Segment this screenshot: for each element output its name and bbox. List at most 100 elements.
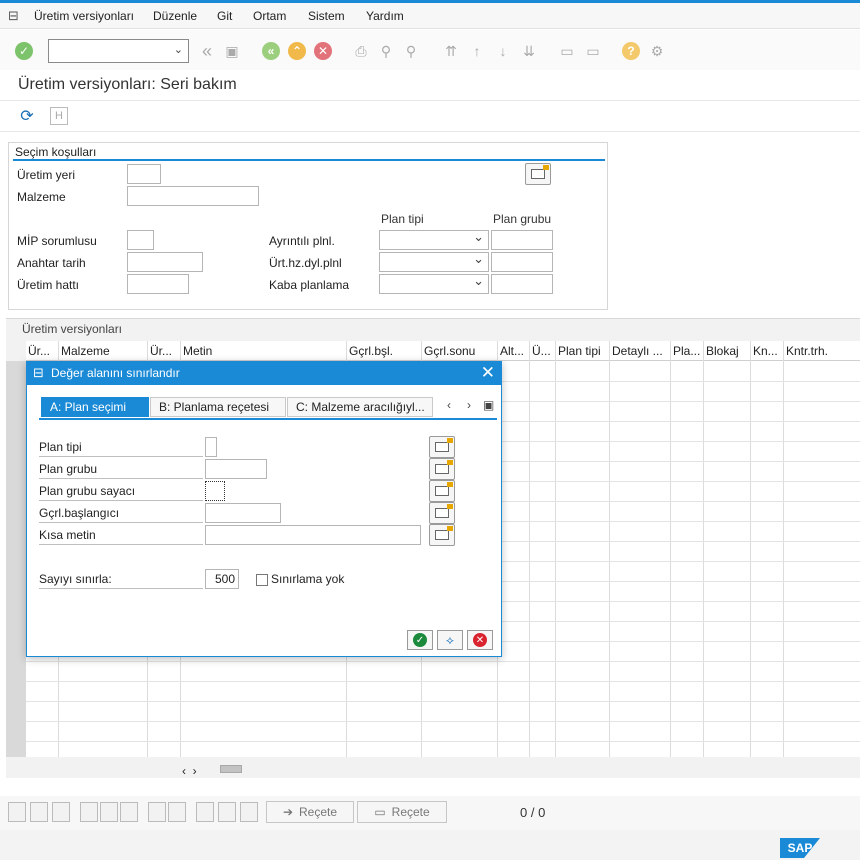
print-icon[interactable]: ⎙ <box>352 42 370 60</box>
menu-sistem[interactable]: Sistem <box>308 9 345 23</box>
selection-criteria-title: Seçim koşulları <box>15 145 97 159</box>
check-icon[interactable] <box>52 802 70 822</box>
uretim-hatti-input[interactable] <box>127 274 189 294</box>
help-icon[interactable]: ? <box>622 42 640 60</box>
ayrintili-plnl-plan-tipi-select[interactable] <box>379 229 489 250</box>
tab-planlama-recetesi[interactable]: B: Planlama reçetesi <box>150 397 286 417</box>
last-page-icon[interactable]: ⇊ <box>520 42 538 60</box>
plan-tipi-header: Plan tipi <box>381 212 424 226</box>
label-uretim-yeri: Üretim yeri <box>17 168 76 182</box>
menu-uretim-versiyonlari[interactable]: Üretim versiyonları <box>34 9 134 23</box>
plan-tipi-multiple-selection-button[interactable] <box>429 436 455 458</box>
no-limit-checkbox[interactable] <box>256 574 268 586</box>
label-urt-hz-dyl-plnl: Ürt.hz.dyl.plnl <box>269 256 342 270</box>
menu-ortam[interactable]: Ortam <box>253 9 286 23</box>
col-header[interactable]: Ür... <box>28 344 50 358</box>
menu-git[interactable]: Git <box>217 9 232 23</box>
kisa-metin-input[interactable] <box>205 525 421 545</box>
col-header[interactable]: Detaylı ... <box>612 344 663 358</box>
create-icon[interactable] <box>80 802 98 822</box>
plan-grubu-input[interactable] <box>205 459 267 479</box>
col-header[interactable]: Ü... <box>532 344 551 358</box>
col-header[interactable]: Kn... <box>753 344 778 358</box>
col-header[interactable]: Ür... <box>150 344 172 358</box>
multiple-selection-button[interactable] <box>525 163 551 185</box>
command-field[interactable]: ⌄ <box>48 39 189 63</box>
tab-plan-secimi[interactable]: A: Plan seçimi <box>41 397 149 417</box>
hold-data-icon[interactable]: H <box>50 107 68 125</box>
details-icon[interactable] <box>8 802 26 822</box>
tab-list-icon[interactable]: ▣ <box>483 398 494 412</box>
tab-malzeme-araciligiyla[interactable]: C: Malzeme aracılığıyl... <box>287 397 433 417</box>
cancel-icon[interactable]: ✕ <box>314 42 332 60</box>
col-header[interactable]: Metin <box>183 344 212 358</box>
col-header[interactable]: Gçrl.sonu <box>424 344 475 358</box>
menu-duzenle[interactable]: Düzenle <box>153 9 197 23</box>
enter-checkmark-icon[interactable]: ✓ <box>15 42 33 60</box>
plan-grubu-sayaci-multiple-selection-button[interactable] <box>429 480 455 502</box>
label-anahtar-tarih: Anahtar tarih <box>17 256 86 270</box>
cancel-button[interactable]: ✕ <box>467 630 493 650</box>
sort-descending-icon[interactable] <box>168 802 186 822</box>
copy-icon[interactable] <box>120 802 138 822</box>
limit-count-input[interactable]: 500 <box>205 569 239 589</box>
anahtar-tarih-input[interactable] <box>127 252 203 272</box>
sort-ascending-icon[interactable] <box>148 802 166 822</box>
shortcut-icon[interactable]: ▭ <box>584 42 602 60</box>
gcrl-baslangici-input[interactable] <box>205 503 281 523</box>
col-header[interactable]: Blokaj <box>706 344 739 358</box>
col-header[interactable]: Alt... <box>500 344 524 358</box>
col-header[interactable]: Malzeme <box>61 344 110 358</box>
exit-icon[interactable]: ⌃ <box>288 42 306 60</box>
kaba-planlama-plan-tipi-select[interactable] <box>379 273 489 294</box>
urt-hz-dyl-plnl-plan-tipi-select[interactable] <box>379 251 489 272</box>
chevron-down-icon[interactable]: ⌄ <box>174 43 183 56</box>
change-layout-icon[interactable] <box>218 802 236 822</box>
plan-grubu-sayaci-input[interactable] <box>205 481 225 501</box>
page-title: Üretim versiyonları: Seri bakım <box>18 76 237 93</box>
plan-tipi-input[interactable] <box>205 437 217 457</box>
delete-icon[interactable] <box>100 802 118 822</box>
gear-icon[interactable]: ⚙ <box>648 42 666 60</box>
filter-icon[interactable] <box>196 802 214 822</box>
tab-scroll-right-icon[interactable]: › <box>467 398 471 412</box>
urt-hz-dyl-plnl-plan-grubu-input[interactable] <box>491 252 553 272</box>
back-double-chevron-icon[interactable]: « <box>198 41 216 61</box>
col-header[interactable]: Pla... <box>673 344 700 358</box>
back-icon[interactable]: « <box>262 42 280 60</box>
tree-selection-button[interactable]: ⟡ <box>437 630 463 650</box>
horizontal-scroll-thumb[interactable] <box>220 765 242 773</box>
window-menu-icon[interactable]: ⊟ <box>8 8 19 24</box>
ayrintili-plnl-plan-grubu-input[interactable] <box>491 230 553 250</box>
row-divider <box>26 741 860 742</box>
col-header[interactable]: Plan tipi <box>558 344 601 358</box>
col-header[interactable]: Kntr.trh. <box>786 344 828 358</box>
kaba-planlama-plan-grubu-input[interactable] <box>491 274 553 294</box>
row-selector-column[interactable] <box>6 361 26 757</box>
next-page-icon[interactable]: ↓ <box>494 42 512 60</box>
close-icon[interactable]: ✕ <box>481 363 495 383</box>
first-page-icon[interactable]: ⇈ <box>442 42 460 60</box>
grid-toolbar: ➔ Reçete ▭ Reçete 0 / 0 <box>0 796 860 830</box>
find-icon[interactable]: ⚲ <box>377 42 395 60</box>
tab-scroll-left-icon[interactable]: ‹ <box>447 398 451 412</box>
save-icon[interactable]: ▣ <box>223 42 241 60</box>
menu-yardim[interactable]: Yardım <box>366 9 404 23</box>
uretim-yeri-input[interactable] <box>127 164 161 184</box>
malzeme-input[interactable] <box>127 186 259 206</box>
recete-button-1[interactable]: ➔ Reçete <box>266 801 354 823</box>
col-header[interactable]: Gçrl.bşl. <box>349 344 393 358</box>
mip-sorumlusu-input[interactable] <box>127 230 154 250</box>
recete-button-2[interactable]: ▭ Reçete <box>357 801 447 823</box>
edit-icon[interactable] <box>30 802 48 822</box>
kisa-metin-multiple-selection-button[interactable] <box>429 524 455 546</box>
horizontal-scroll-arrows[interactable]: ‹ › <box>182 764 197 778</box>
gcrl-baslangici-multiple-selection-button[interactable] <box>429 502 455 524</box>
find-next-icon[interactable]: ⚲ <box>402 42 420 60</box>
export-icon[interactable] <box>240 802 258 822</box>
refresh-icon[interactable]: ⟳ <box>18 107 36 125</box>
continue-button[interactable]: ✓ <box>407 630 433 650</box>
previous-page-icon[interactable]: ↑ <box>468 42 486 60</box>
plan-grubu-multiple-selection-button[interactable] <box>429 458 455 480</box>
create-session-icon[interactable]: ▭ <box>558 42 576 60</box>
